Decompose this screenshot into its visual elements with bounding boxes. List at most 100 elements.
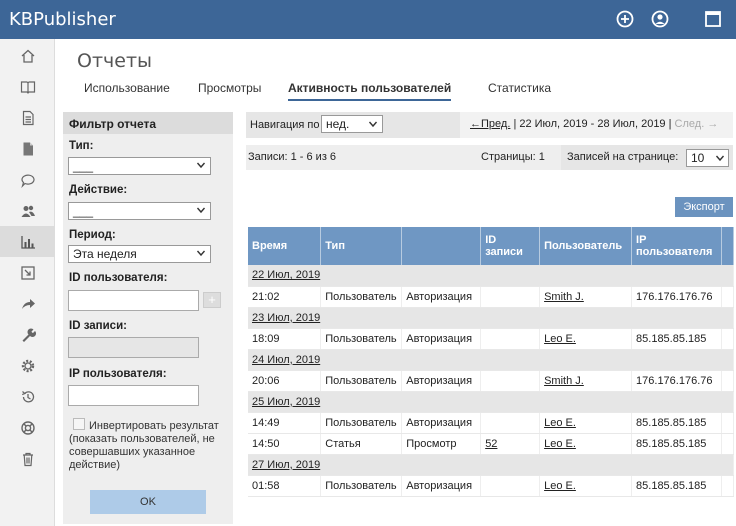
column-header-type[interactable]: Тип: [320, 227, 403, 265]
cell-action: Авторизация: [401, 370, 482, 392]
sidebar-item-comments[interactable]: [0, 164, 55, 195]
user-link[interactable]: Smith J.: [544, 375, 584, 387]
window-icon[interactable]: [703, 9, 723, 29]
user-link[interactable]: Leo E.: [544, 480, 576, 492]
sidebar-item-logs[interactable]: [0, 381, 55, 412]
sidebar: [0, 39, 55, 526]
cell-action: Просмотр: [401, 433, 482, 455]
chevron-down-icon: [368, 121, 378, 128]
user-id-input[interactable]: [68, 290, 199, 311]
sidebar-item-home[interactable]: [0, 40, 55, 71]
cell-entry-id: [480, 328, 541, 350]
cell-ip: 176.176.176.76: [631, 370, 722, 392]
action-select-value: ___: [73, 204, 94, 218]
user-link[interactable]: Leo E.: [544, 333, 576, 345]
cell-type: Пользователь: [320, 475, 403, 497]
cell-action: Авторизация: [401, 475, 482, 497]
add-user-button[interactable]: +: [203, 292, 221, 308]
tab-views[interactable]: Просмотры: [198, 81, 261, 99]
cell-extra: [721, 370, 735, 392]
action-label: Действие:: [69, 184, 128, 196]
column-header-entry-id[interactable]: ID записи: [480, 227, 541, 265]
sidebar-item-tools[interactable]: [0, 319, 55, 350]
type-select[interactable]: ___: [68, 157, 211, 175]
app-logo[interactable]: KBPublisher: [9, 9, 116, 30]
date-group-label: 27 Июл, 2019: [248, 454, 734, 476]
cell-entry-id: [480, 286, 541, 308]
date-group-label: 25 Июл, 2019: [248, 391, 734, 413]
period-label: Период:: [69, 229, 116, 241]
column-header-user[interactable]: Пользователь: [539, 227, 633, 265]
navigation-period-select[interactable]: нед.: [321, 115, 383, 133]
per-page-label: Записей на странице:: [567, 151, 679, 163]
table-row: 01:58 Пользователь Авторизация Leo E. 85…: [248, 475, 735, 497]
sidebar-item-help[interactable]: [0, 412, 55, 443]
cell-time: 01:58: [248, 475, 322, 497]
period-select[interactable]: Эта неделя: [68, 245, 211, 263]
sidebar-item-documents[interactable]: [0, 102, 55, 133]
user-link[interactable]: Smith J.: [544, 291, 584, 303]
sidebar-item-users[interactable]: [0, 195, 55, 226]
sidebar-item-settings[interactable]: [0, 350, 55, 381]
user-link[interactable]: Leo E.: [544, 438, 576, 450]
cell-entry-id: [480, 370, 541, 392]
user-link[interactable]: Leo E.: [544, 417, 576, 429]
sidebar-item-knowledge-base[interactable]: [0, 71, 55, 102]
tab-usage[interactable]: Использование: [84, 81, 170, 99]
add-icon[interactable]: [615, 9, 635, 29]
previous-period-link[interactable]: ←Пред.: [470, 118, 510, 130]
ok-button[interactable]: OK: [90, 490, 206, 514]
navigation-label: Навигация по: [250, 119, 320, 131]
date-range-bar: ←Пред. | 22 Июл, 2019 - 28 Июл, 2019 | С…: [460, 112, 733, 138]
date-group-row: 23 Июл, 2019: [248, 307, 734, 329]
column-header-ip[interactable]: IP пользователя: [631, 227, 722, 265]
pages-count: Страницы: 1: [481, 151, 545, 163]
date-group-row: 22 Июл, 2019: [248, 265, 734, 287]
user-account-icon[interactable]: [650, 9, 670, 29]
navigation-period-value: нед.: [326, 117, 350, 131]
sidebar-item-export[interactable]: [0, 288, 55, 319]
cell-type: Пользователь: [320, 286, 403, 308]
document-icon: [22, 110, 34, 125]
cell-type: Статья: [320, 433, 403, 455]
tab-statistics[interactable]: Статистика: [488, 81, 551, 99]
next-period-link: След. →: [674, 118, 719, 130]
sidebar-item-trash[interactable]: [0, 443, 55, 474]
home-icon: [21, 49, 34, 63]
help-icon: [20, 420, 35, 435]
chevron-down-icon: [196, 162, 206, 169]
separator: |: [668, 118, 672, 130]
sidebar-item-reports[interactable]: [0, 226, 55, 257]
record-id-label: ID записи:: [69, 320, 127, 332]
top-bar: KBPublisher: [0, 0, 736, 39]
tab-user-activity[interactable]: Активность пользователей: [288, 81, 452, 101]
entry-id-link[interactable]: 52: [485, 438, 497, 450]
action-select[interactable]: ___: [68, 202, 211, 220]
per-page-select[interactable]: 10: [686, 149, 729, 167]
cell-time: 18:09: [248, 328, 322, 350]
column-header-time[interactable]: Время: [248, 227, 322, 265]
user-ip-input[interactable]: [68, 385, 199, 406]
sidebar-item-files[interactable]: [0, 133, 55, 164]
gear-icon: [21, 359, 34, 372]
page-title: Отчеты: [77, 50, 153, 72]
export-button[interactable]: Экспорт: [675, 197, 733, 217]
share-icon: [21, 298, 35, 309]
date-group-row: 25 Июл, 2019: [248, 391, 734, 413]
date-group-row: 27 Июл, 2019: [248, 454, 734, 476]
table-row: 18:09 Пользователь Авторизация Leo E. 85…: [248, 328, 735, 350]
column-header-extra: [721, 227, 735, 265]
table-header-row: Время Тип ID записи Пользователь IP поль…: [248, 227, 735, 265]
cell-extra: [721, 412, 735, 434]
pagination-bar: Записи: 1 - 6 из 6 Страницы: 1 Записей н…: [246, 145, 733, 170]
cell-entry-id: [480, 475, 541, 497]
type-label: Тип:: [69, 140, 94, 152]
table-row: 20:06 Пользователь Авторизация Smith J. …: [248, 370, 735, 392]
separator: |: [513, 118, 517, 130]
sidebar-item-import[interactable]: [0, 257, 55, 288]
record-id-input: [68, 337, 199, 358]
date-group-label: 22 Июл, 2019: [248, 265, 734, 287]
date-group-row: 24 Июл, 2019: [248, 349, 734, 371]
period-select-value: Эта неделя: [73, 247, 137, 261]
trash-icon: [22, 452, 33, 466]
